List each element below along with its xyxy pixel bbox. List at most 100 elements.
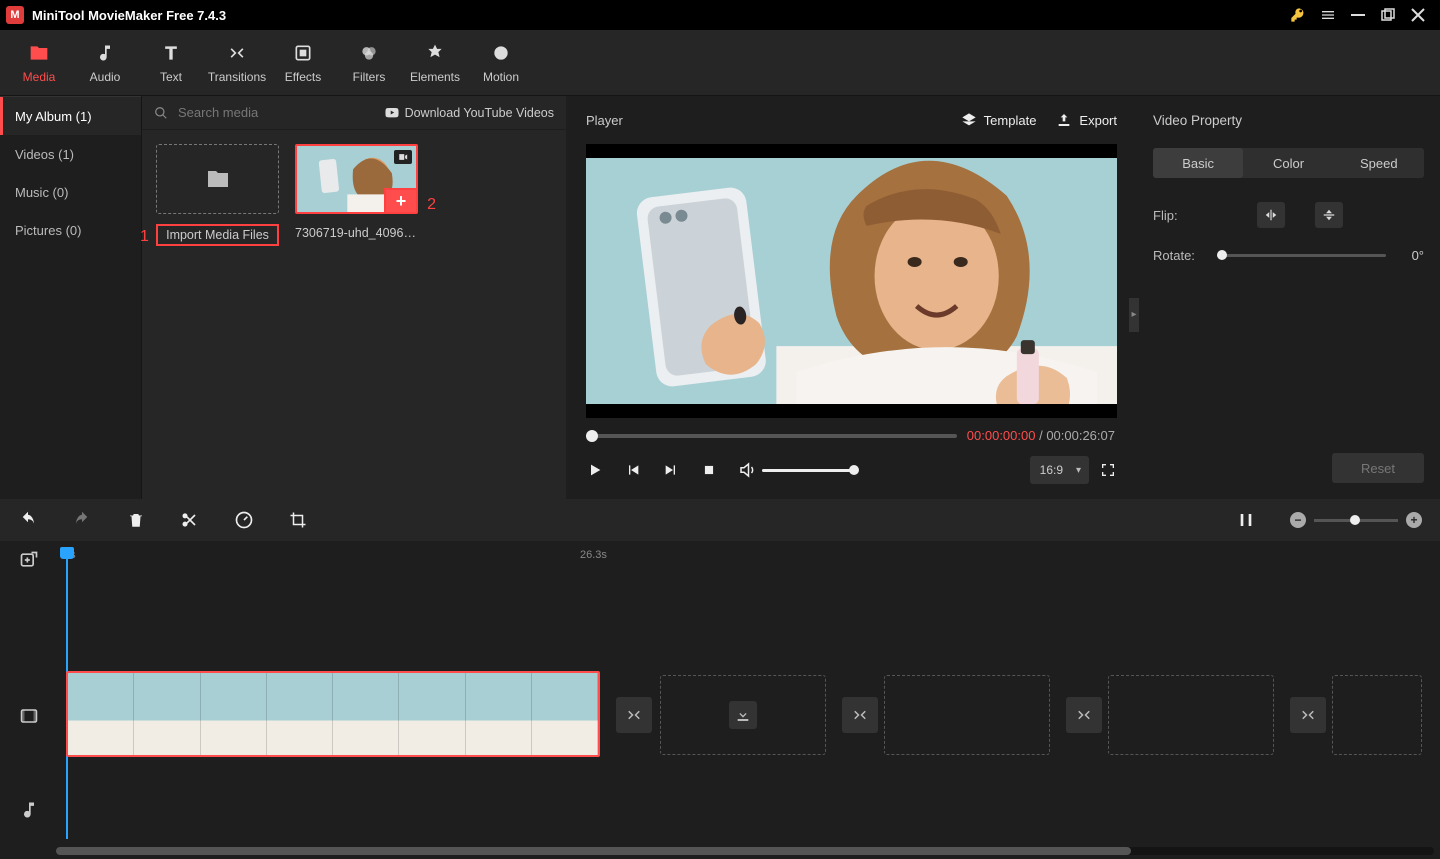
tab-filters[interactable]: Filters	[336, 30, 402, 96]
volume-slider[interactable]	[762, 469, 854, 472]
search-icon	[154, 106, 168, 120]
sidebar-item-videos[interactable]: Videos (1)	[0, 135, 141, 173]
flip-vertical-button[interactable]	[1315, 202, 1343, 228]
zoom-in-button[interactable]: +	[1406, 512, 1422, 528]
tab-color[interactable]: Color	[1243, 148, 1333, 178]
tab-basic[interactable]: Basic	[1153, 148, 1243, 178]
empty-clip-slot[interactable]	[660, 675, 826, 755]
maximize-icon[interactable]	[1380, 7, 1396, 23]
timeline-ruler[interactable]: 0s 26.3s	[56, 547, 1440, 569]
tab-filters-label: Filters	[353, 70, 386, 84]
sidebar-item-my-album[interactable]: My Album (1)	[0, 97, 141, 135]
tab-media-label: Media	[23, 70, 56, 84]
zoom-out-button[interactable]: −	[1290, 512, 1306, 528]
close-icon[interactable]	[1410, 7, 1426, 23]
property-panel: Video Property Basic Color Speed Flip: R…	[1137, 96, 1440, 499]
stop-button[interactable]	[700, 461, 718, 479]
reset-label: Reset	[1361, 461, 1395, 476]
folder-icon	[204, 167, 232, 191]
download-youtube-button[interactable]: Download YouTube Videos	[384, 106, 554, 120]
timeline-scrollbar[interactable]	[56, 847, 1434, 855]
aspect-ratio-select[interactable]: 16:9	[1030, 456, 1089, 484]
audio-track[interactable]	[56, 797, 1434, 845]
transition-slot[interactable]	[1290, 697, 1326, 733]
preview-viewport	[586, 144, 1117, 418]
prev-frame-button[interactable]	[624, 461, 642, 479]
total-time: 00:00:26:07	[1046, 428, 1115, 443]
filters-icon	[359, 42, 379, 64]
motion-icon	[491, 42, 511, 64]
sidebar-item-music[interactable]: Music (0)	[0, 173, 141, 211]
timeline-clip[interactable]	[66, 671, 600, 757]
audio-track-icon	[18, 799, 40, 821]
key-icon[interactable]	[1290, 7, 1306, 23]
fullscreen-button[interactable]	[1099, 461, 1117, 479]
annotation-2: 2	[427, 196, 436, 214]
zoom-slider[interactable]	[1314, 519, 1398, 522]
sidebar-item-pictures[interactable]: Pictures (0)	[0, 211, 141, 249]
panel-collapse-handle[interactable]: ▸	[1129, 298, 1139, 332]
transition-slot[interactable]	[1066, 697, 1102, 733]
redo-button[interactable]	[72, 510, 92, 530]
rotate-slider[interactable]	[1217, 254, 1386, 257]
empty-clip-slot[interactable]	[1332, 675, 1422, 755]
menu-icon[interactable]	[1320, 7, 1336, 23]
delete-button[interactable]	[126, 510, 146, 530]
template-button[interactable]: Template	[961, 112, 1037, 128]
preview-image	[586, 158, 1117, 404]
tab-transitions[interactable]: Transitions	[204, 30, 270, 96]
aspect-ratio-value: 16:9	[1040, 463, 1063, 477]
tab-elements-label: Elements	[410, 70, 460, 84]
split-button[interactable]	[180, 510, 200, 530]
volume-icon[interactable]	[738, 461, 756, 479]
app-logo: M	[6, 6, 24, 24]
crop-button[interactable]	[288, 510, 308, 530]
titlebar: M MiniTool MovieMaker Free 7.4.3	[0, 0, 1440, 30]
tab-text-label: Text	[160, 70, 182, 84]
ruler-tick-1: 26.3s	[580, 549, 607, 561]
transition-slot[interactable]	[842, 697, 878, 733]
video-track[interactable]	[56, 671, 1434, 757]
transition-slot[interactable]	[616, 697, 652, 733]
add-clip-button[interactable]: +	[384, 188, 418, 214]
tab-text[interactable]: Text	[138, 30, 204, 96]
add-track-button[interactable]	[18, 549, 40, 571]
speed-button[interactable]	[234, 510, 254, 530]
reset-button[interactable]: Reset	[1332, 453, 1424, 483]
tab-effects[interactable]: Effects	[270, 30, 336, 96]
empty-clip-slot[interactable]	[1108, 675, 1274, 755]
time-sep: /	[1035, 428, 1046, 443]
media-clip-label: 7306719-uhd_4096…	[295, 226, 418, 240]
property-title: Video Property	[1137, 96, 1440, 144]
overlay-track[interactable]	[56, 577, 1434, 625]
flip-horizontal-button[interactable]	[1257, 202, 1285, 228]
transitions-icon	[227, 42, 247, 64]
import-media-tile[interactable]	[156, 144, 279, 214]
tab-elements[interactable]: Elements	[402, 30, 468, 96]
export-button[interactable]: Export	[1056, 112, 1117, 128]
media-clip-thumbnail[interactable]: +	[295, 144, 418, 214]
elements-icon	[425, 42, 445, 64]
tab-audio[interactable]: Audio	[72, 30, 138, 96]
export-label: Export	[1079, 113, 1117, 128]
empty-clip-slot[interactable]	[884, 675, 1050, 755]
tab-media[interactable]: Media	[6, 30, 72, 96]
seek-bar[interactable]: 00:00:00:00 / 00:00:26:07	[586, 428, 1117, 443]
tab-speed[interactable]: Speed	[1334, 148, 1424, 178]
next-frame-button[interactable]	[662, 461, 680, 479]
annotation-1: 1	[140, 228, 149, 246]
media-sidebar: My Album (1) Videos (1) Music (0) Pictur…	[0, 96, 141, 499]
minimize-icon[interactable]	[1350, 7, 1366, 23]
tab-motion[interactable]: Motion	[468, 30, 534, 96]
music-note-icon	[95, 42, 115, 64]
search-input[interactable]	[178, 105, 374, 120]
play-button[interactable]	[586, 461, 604, 479]
undo-button[interactable]	[18, 510, 38, 530]
download-icon	[729, 701, 757, 729]
video-track-icon	[18, 705, 40, 727]
timeline-toolbar: − +	[0, 499, 1440, 541]
auto-fit-button[interactable]	[1236, 510, 1256, 530]
property-tabs: Basic Color Speed	[1153, 148, 1424, 178]
template-label: Template	[984, 113, 1037, 128]
video-badge-icon	[394, 150, 412, 164]
